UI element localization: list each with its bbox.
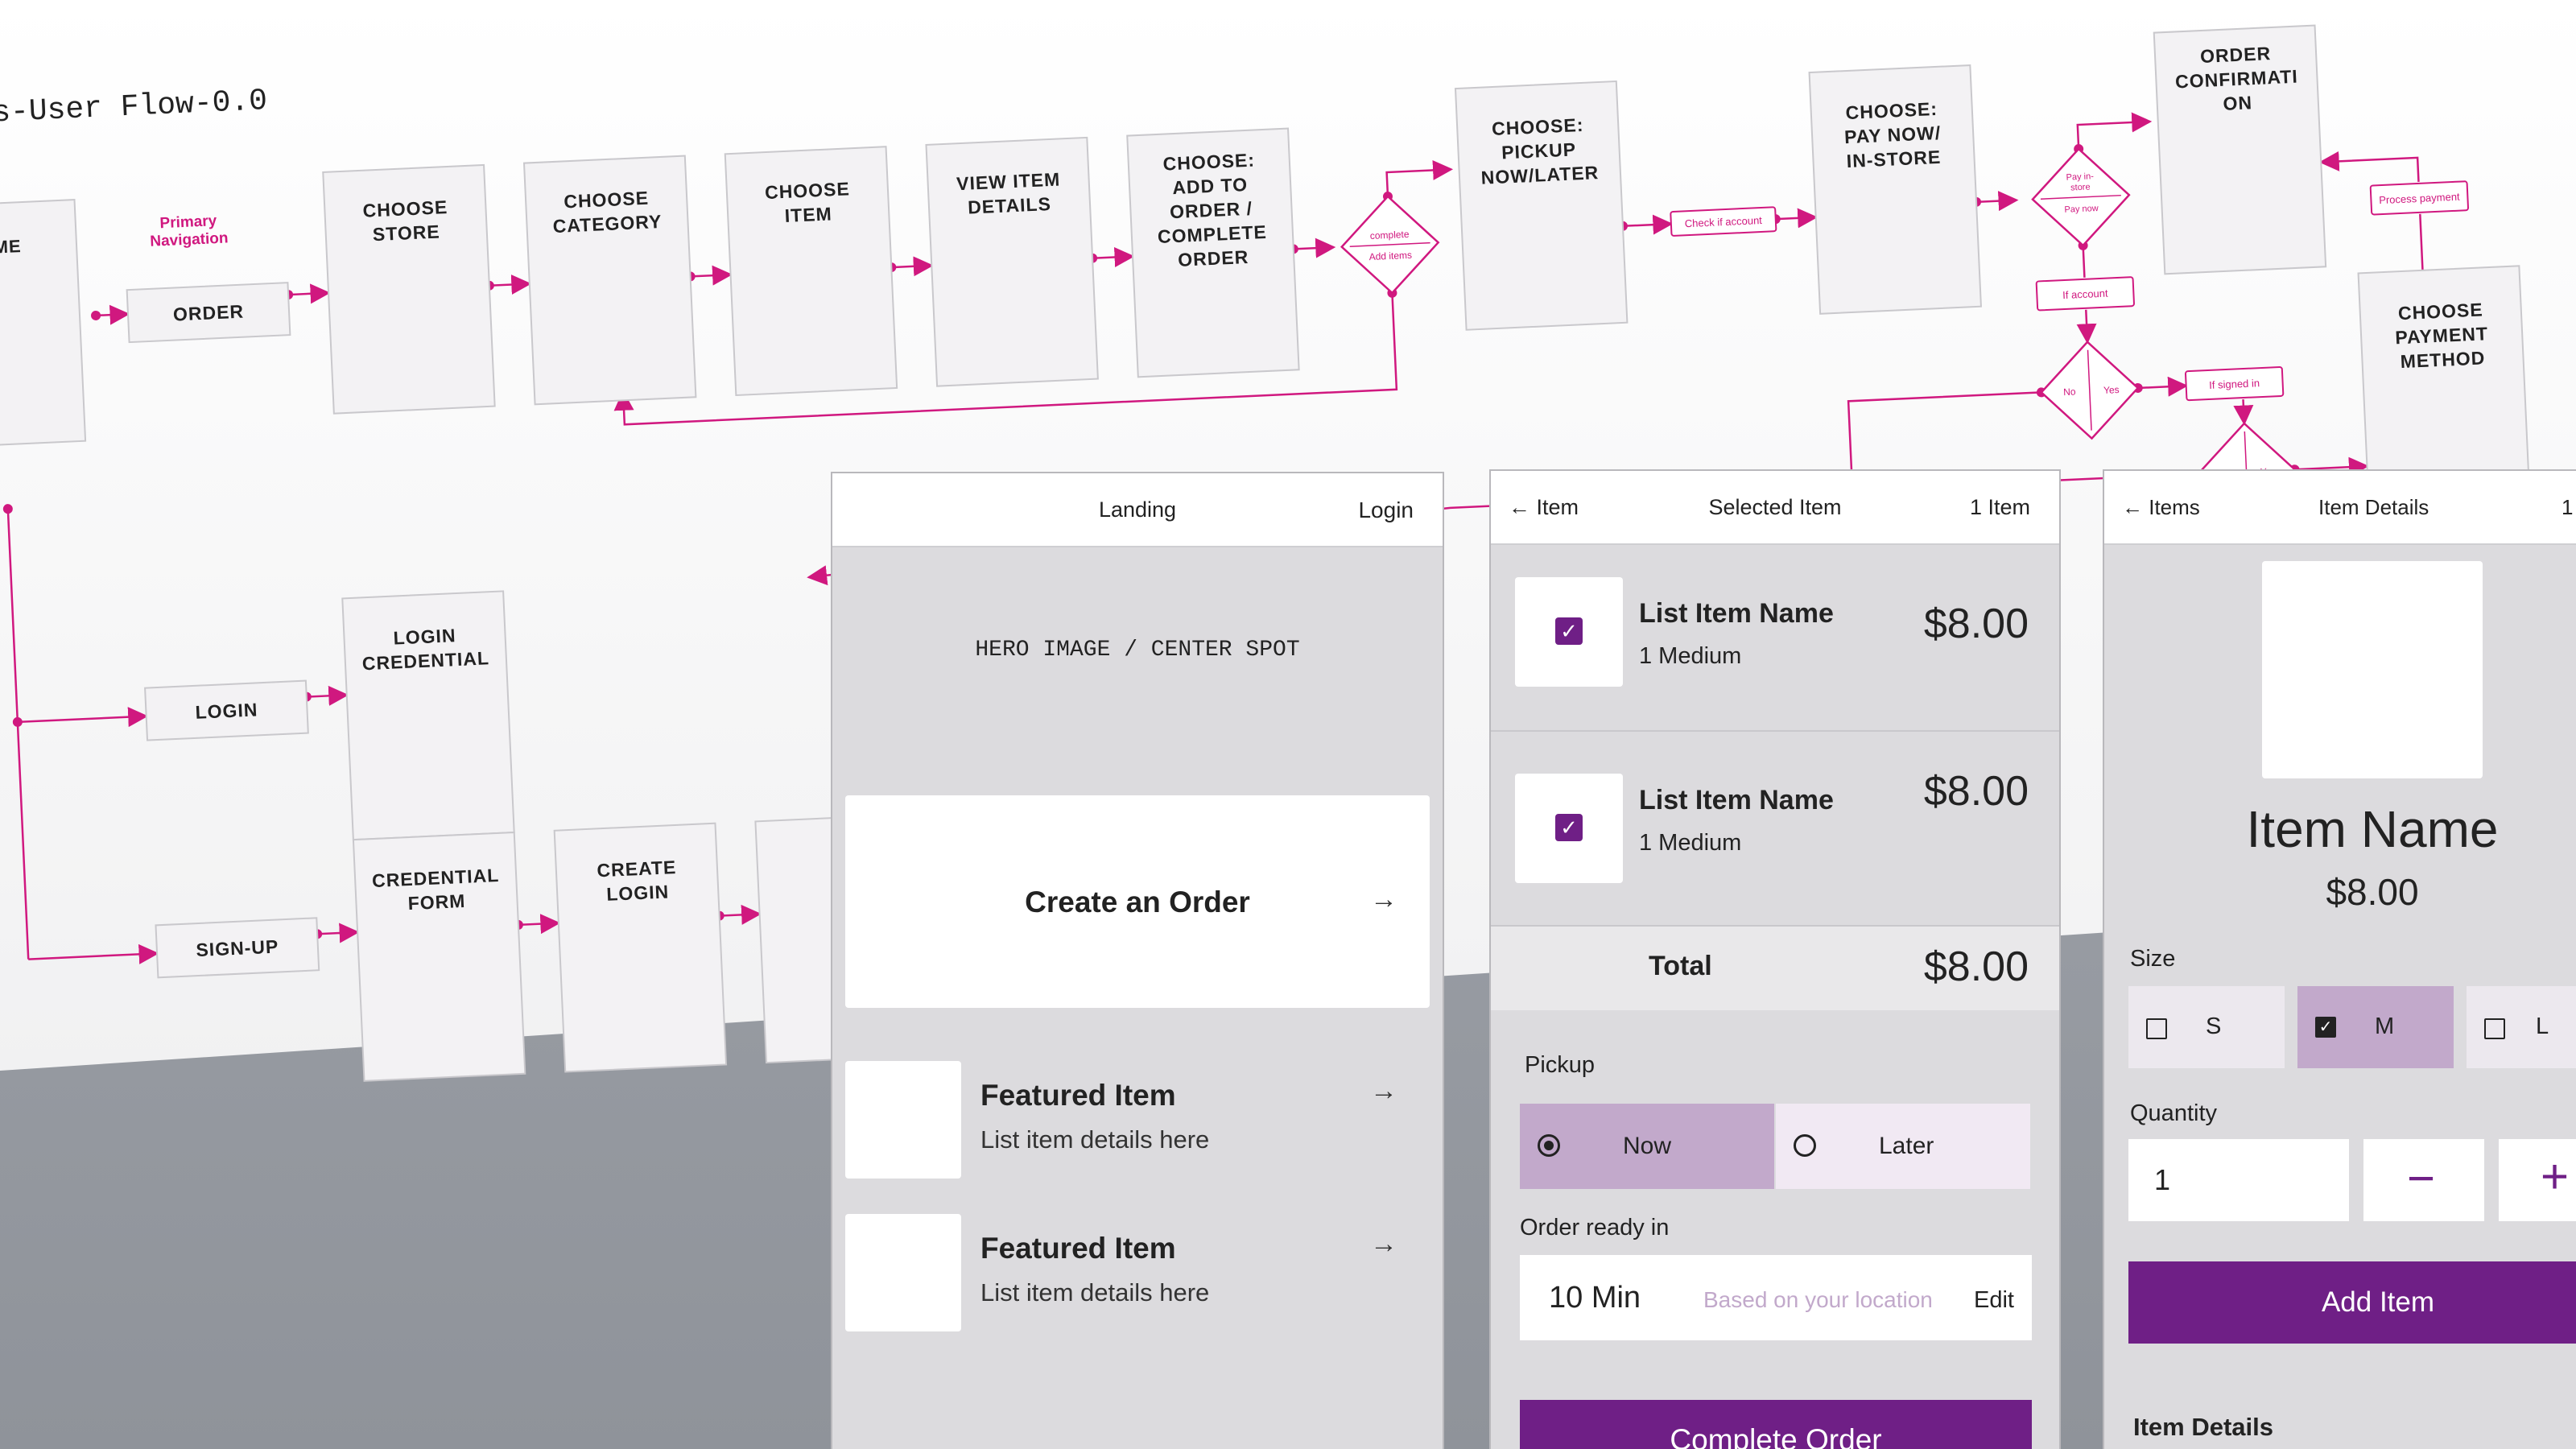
arrow-right-icon: →: [1370, 884, 1397, 914]
selected-header: ← Item Selected Item 1 Item: [1491, 471, 2059, 545]
node-order-label: ORDER: [172, 301, 244, 325]
total-row: Total $8.00: [1491, 927, 2059, 1010]
featured-item-row[interactable]: Featured Item List item details here →: [845, 1061, 1430, 1179]
d1-label-bottom: Add items: [1368, 250, 1412, 262]
order-item-row[interactable]: ✓ List Item Name 1 Medium $8.00: [1491, 732, 2059, 927]
size-s-label: S: [2206, 1013, 2222, 1039]
d2-label-top: Pay in-: [2066, 171, 2094, 183]
create-order-card[interactable]: Create an Order →: [845, 795, 1430, 1008]
arrow-right-icon: →: [1370, 1075, 1397, 1106]
item-count: 1 Item: [1969, 495, 2030, 519]
size-l-label: L: [2536, 1013, 2549, 1039]
node-home-label: OME: [0, 236, 22, 258]
ready-time-hint: Based on your location: [1703, 1287, 1933, 1312]
checkbox-empty-icon: [2146, 1018, 2167, 1039]
quantity-value: 1: [2154, 1163, 2171, 1196]
d2-label-mid: store: [2070, 182, 2091, 192]
checkbox-checked-icon: ✓: [2315, 1017, 2336, 1038]
featured-item-row[interactable]: Featured Item List item details here →: [845, 1214, 1430, 1331]
node-signup-label: SIGN-UP: [196, 935, 279, 960]
minus-icon: −: [2407, 1151, 2436, 1205]
pill-if-account: If account: [2062, 287, 2108, 302]
order-ready-field[interactable]: 10 Min Based on your location Edit: [1520, 1255, 2032, 1340]
item-details-screen: ← Items Item Details 1 Item Name $8.00 S…: [2104, 471, 2576, 1449]
featured-item-title: Featured Item: [980, 1079, 1176, 1112]
order-ready-label: Order ready in: [1520, 1215, 1670, 1241]
arrow-left-icon: ←: [2122, 495, 2143, 519]
item-image-placeholder: [2262, 561, 2483, 778]
featured-item-details: List item details here: [980, 1125, 1210, 1154]
back-button[interactable]: ← Items: [2122, 495, 2200, 520]
item-name: List Item Name: [1639, 598, 1834, 629]
primary-nav-label: PrimaryNavigation: [149, 212, 229, 250]
checkbox-checked-icon: ✓: [1555, 617, 1583, 645]
featured-item-details: List item details here: [980, 1278, 1210, 1307]
selected-item-screen: ← Item Selected Item 1 Item ✓ List Item …: [1491, 471, 2059, 1449]
landing-screen: Landing Login HERO IMAGE / CENTER SPOT C…: [832, 473, 1443, 1449]
radio-selected-icon: [1538, 1134, 1560, 1157]
featured-item-thumbnail: [845, 1061, 961, 1179]
hero-image-placeholder: HERO IMAGE / CENTER SPOT: [975, 638, 1300, 663]
pickup-label: Pickup: [1525, 1052, 1596, 1078]
node-choose-pay-label: CHOOSE:PAY NOW/IN-STORE: [1843, 98, 1942, 171]
quantity-decrement-button[interactable]: −: [2363, 1139, 2484, 1221]
create-order-label: Create an Order: [1025, 886, 1250, 919]
quantity-field[interactable]: 1: [2128, 1139, 2349, 1221]
checkbox-empty-icon: [2484, 1018, 2505, 1039]
landing-header: Landing Login: [832, 473, 1443, 547]
item-price-heading: $8.00: [2326, 871, 2419, 913]
pickup-later-option[interactable]: Later: [1776, 1104, 2030, 1189]
landing-title: Landing: [1098, 497, 1177, 522]
item-name-heading: Item Name: [2246, 800, 2499, 858]
item-checkbox-card[interactable]: ✓: [1515, 577, 1623, 687]
total-label: Total: [1649, 951, 1712, 981]
pickup-now-label: Now: [1623, 1133, 1672, 1159]
quantity-label: Quantity: [2130, 1100, 2217, 1126]
quantity-increment-button[interactable]: +: [2499, 1139, 2576, 1221]
item-detail: 1 Medium: [1639, 830, 1742, 856]
ready-time-value: 10 Min: [1549, 1281, 1641, 1315]
pill-if-signed-in: If signed in: [2209, 377, 2260, 391]
item-name: List Item Name: [1639, 785, 1834, 815]
item-price: $8.00: [1923, 768, 2029, 815]
plus-icon: +: [2541, 1150, 2570, 1203]
complete-order-button[interactable]: Complete Order: [1520, 1400, 2032, 1449]
item-count: 1: [2562, 495, 2574, 519]
size-label: Size: [2130, 946, 2176, 972]
featured-item-title: Featured Item: [980, 1232, 1176, 1265]
item-price: $8.00: [1923, 601, 2029, 647]
arrow-right-icon: →: [1370, 1228, 1397, 1259]
add-item-button[interactable]: Add Item: [2128, 1261, 2576, 1344]
item-checkbox-card[interactable]: ✓: [1515, 774, 1623, 883]
order-item-row[interactable]: ✓ List Item Name 1 Medium $8.00: [1491, 545, 2059, 732]
d3-label-yes: Yes: [2103, 384, 2120, 396]
d1-label-top: complete: [1370, 229, 1410, 242]
featured-item-thumbnail: [845, 1214, 961, 1331]
item-details-section-label: Item Details: [2133, 1413, 2274, 1441]
item-detail: 1 Medium: [1639, 643, 1742, 669]
radio-unselected-icon: [1794, 1134, 1816, 1157]
size-m-label: M: [2375, 1013, 2395, 1039]
edit-link[interactable]: Edit: [1974, 1287, 2014, 1314]
size-option-l[interactable]: L: [2467, 986, 2576, 1068]
total-value: $8.00: [1923, 943, 2029, 990]
details-title: Item Details: [2318, 495, 2429, 519]
d2-label-bottom: Pay now: [2064, 204, 2099, 215]
pickup-later-label: Later: [1879, 1133, 1934, 1159]
d3-label-no: No: [2063, 386, 2076, 398]
login-link[interactable]: Login: [1358, 497, 1414, 523]
pickup-now-option[interactable]: Now: [1520, 1104, 1774, 1189]
size-option-s[interactable]: S: [2128, 986, 2285, 1068]
node-choose-payment-label: CHOOSEPAYMENTMETHOD: [2393, 299, 2489, 372]
checkbox-checked-icon: ✓: [1555, 814, 1583, 841]
node-login-label: LOGIN: [195, 699, 258, 723]
details-header: ← Items Item Details 1: [2104, 471, 2576, 545]
size-option-m[interactable]: ✓ M: [2297, 986, 2454, 1068]
back-label: Items: [2149, 495, 2200, 519]
